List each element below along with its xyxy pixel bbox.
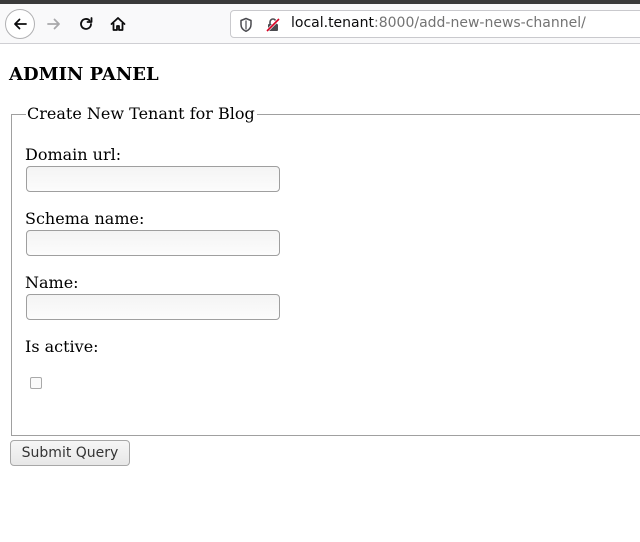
browser-toolbar: local.tenant:8000/add-new-news-channel/ bbox=[0, 4, 640, 44]
is-active-label: Is active: bbox=[25, 337, 99, 356]
schema-name-label: Schema name: bbox=[25, 209, 145, 228]
home-button[interactable] bbox=[103, 9, 133, 39]
reload-button[interactable] bbox=[71, 9, 101, 39]
insecure-connection-icon[interactable] bbox=[265, 17, 281, 33]
name-label: Name: bbox=[25, 273, 79, 292]
domain-url-label: Domain url: bbox=[25, 145, 122, 164]
url-text[interactable]: local.tenant:8000/add-new-news-channel/ bbox=[291, 15, 586, 31]
back-arrow-icon bbox=[14, 18, 27, 30]
forward-arrow-icon bbox=[47, 18, 60, 30]
back-button[interactable] bbox=[5, 9, 35, 39]
home-icon bbox=[110, 17, 126, 31]
form-legend: Create New Tenant for Blog bbox=[26, 104, 257, 124]
url-host: local.tenant bbox=[291, 15, 374, 31]
submit-query-button[interactable]: Submit Query bbox=[10, 440, 130, 466]
is-active-checkbox[interactable] bbox=[30, 377, 42, 389]
shield-icon[interactable] bbox=[239, 17, 253, 33]
domain-url-input[interactable] bbox=[26, 166, 280, 192]
forward-button[interactable] bbox=[39, 9, 69, 39]
schema-name-input[interactable] bbox=[26, 230, 280, 256]
url-path: :8000/add-new-news-channel/ bbox=[374, 15, 586, 31]
page-title: ADMIN PANEL bbox=[9, 64, 159, 85]
reload-icon bbox=[80, 17, 93, 30]
name-input[interactable] bbox=[26, 294, 280, 320]
address-bar[interactable]: local.tenant:8000/add-new-news-channel/ bbox=[230, 10, 640, 38]
